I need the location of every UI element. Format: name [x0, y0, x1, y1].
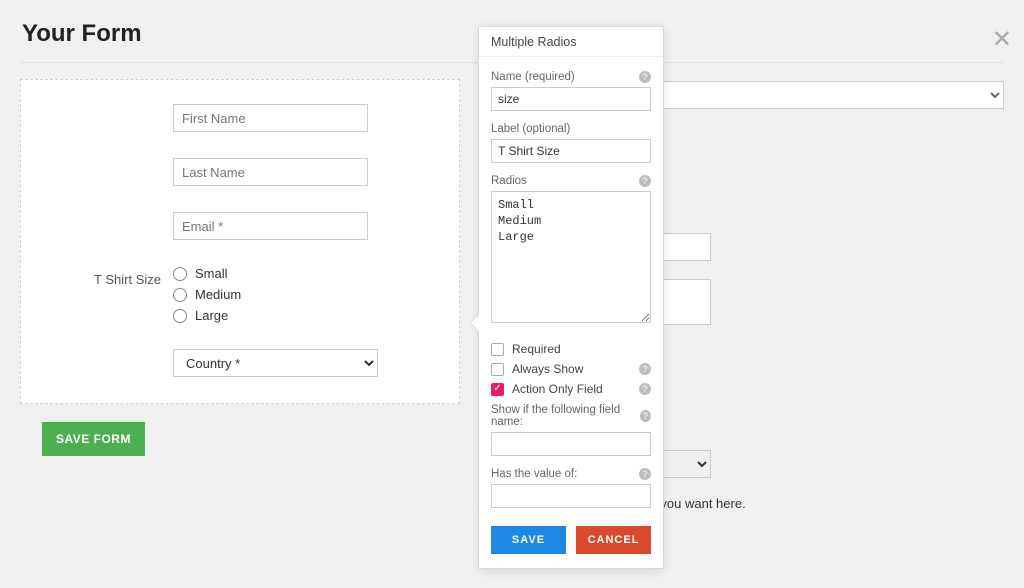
modal-label-label: Label (optional)	[491, 123, 570, 135]
tshirt-size-label: T Shirt Size	[43, 266, 173, 287]
save-form-button[interactable]: SAVE FORM	[42, 422, 145, 456]
email-label	[43, 212, 173, 218]
field-settings-modal: Multiple Radios Name (required) ? Label …	[478, 26, 664, 569]
checkbox-icon	[491, 363, 504, 376]
modal-always-show-checkbox[interactable]: Always Show ?	[491, 362, 651, 376]
modal-required-label: Required	[512, 342, 561, 356]
modal-radios-label: Radios	[491, 175, 527, 187]
close-icon[interactable]: ✕	[992, 28, 1012, 52]
last-name-label	[43, 158, 173, 164]
radio-option[interactable]: Large	[173, 308, 437, 323]
modal-label-input[interactable]	[491, 139, 651, 163]
modal-cancel-button[interactable]: CANCEL	[576, 526, 651, 554]
modal-showif-input[interactable]	[491, 432, 651, 456]
modal-save-button[interactable]: SAVE	[491, 526, 566, 554]
modal-name-label: Name (required)	[491, 71, 575, 83]
help-icon[interactable]: ?	[640, 410, 651, 422]
modal-always-show-label: Always Show	[512, 362, 583, 376]
radio-icon	[173, 288, 187, 302]
radio-option-label: Medium	[195, 287, 241, 302]
modal-hasvalue-input[interactable]	[491, 484, 651, 508]
help-icon[interactable]: ?	[639, 363, 651, 375]
radio-option[interactable]: Small	[173, 266, 437, 281]
checkbox-icon: ✓	[491, 383, 504, 396]
modal-title: Multiple Radios	[479, 27, 663, 57]
first-name-input[interactable]	[173, 104, 368, 132]
form-preview-panel: T Shirt Size Small Medium Large	[20, 79, 460, 404]
radio-option-label: Small	[195, 266, 228, 281]
country-select[interactable]: Country *	[173, 349, 378, 377]
help-icon[interactable]: ?	[639, 383, 651, 395]
country-label	[43, 349, 173, 355]
email-input[interactable]	[173, 212, 368, 240]
checkbox-icon	[491, 343, 504, 356]
help-icon[interactable]: ?	[639, 175, 651, 187]
radio-icon	[173, 309, 187, 323]
radio-option-label: Large	[195, 308, 228, 323]
modal-hasvalue-label: Has the value of:	[491, 468, 577, 480]
modal-radios-textarea[interactable]	[491, 191, 651, 323]
modal-required-checkbox[interactable]: Required	[491, 342, 651, 356]
modal-action-only-label: Action Only Field	[512, 382, 603, 396]
modal-name-input[interactable]	[491, 87, 651, 111]
help-icon[interactable]: ?	[639, 71, 651, 83]
first-name-label	[43, 104, 173, 110]
radio-option[interactable]: Medium	[173, 287, 437, 302]
last-name-input[interactable]	[173, 158, 368, 186]
radio-icon	[173, 267, 187, 281]
help-icon[interactable]: ?	[639, 468, 651, 480]
modal-action-only-checkbox[interactable]: ✓ Action Only Field ?	[491, 382, 651, 396]
modal-showif-label: Show if the following field name:	[491, 404, 640, 428]
